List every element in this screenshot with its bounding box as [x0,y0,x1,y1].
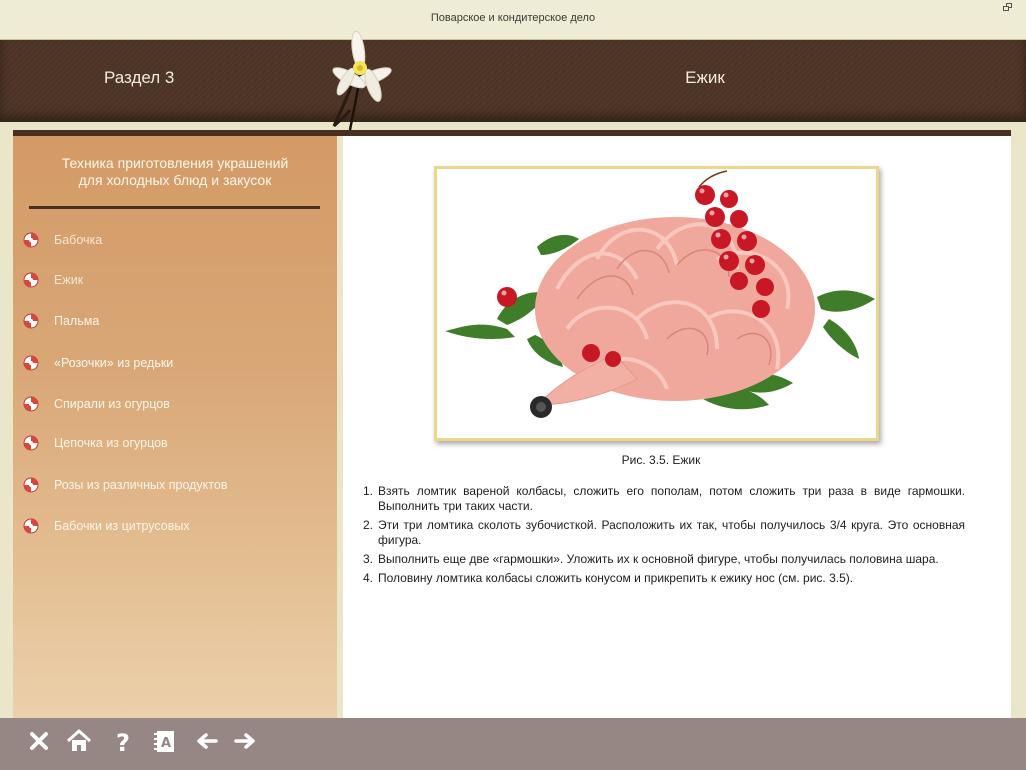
peppermint-bullet-icon [23,355,39,371]
sidebar-item-rozochki[interactable]: «Розочки» из редьки [23,353,173,373]
glossary-button[interactable]: A [150,726,180,756]
help-icon: ? [116,729,130,757]
restore-window-icon[interactable] [1003,3,1012,12]
help-button[interactable]: ? [108,726,138,757]
vanilla-flower-logo [332,30,392,131]
sidebar-heading: Техника приготовления украшений для холо… [61,155,289,188]
sidebar-item-ezhik[interactable]: Ежик [23,270,83,290]
glossary-icon: A [154,731,174,752]
window-title: Поварское и кондитерское дело [430,12,596,24]
content-panel: Рис. 3.5. Ежик 1. Взять ломтик вареной к… [343,136,1011,718]
forward-button[interactable] [230,726,260,756]
arrow-left-icon [197,733,218,749]
sidebar-item-rozy[interactable]: Розы из различных продуктов [23,475,227,495]
close-button[interactable] [24,726,54,756]
instruction-step: 3. Выполнить еще две «гармошки». Уложить… [363,552,939,566]
instruction-step: 4. Половину ломтика колбасы сложить кону… [363,571,854,585]
peppermint-bullet-icon [23,272,39,288]
instruction-step: 2. Эти три ломтика сколоть зубочисткой. … [363,518,965,547]
peppermint-bullet-icon [23,313,39,329]
header-banner: Раздел 3 Ежик [0,40,1026,122]
bottom-toolbar: ? A [0,718,1026,770]
topic-title: Ежик [685,68,725,87]
svg-text:A: A [161,736,171,751]
sidebar-item-babochka[interactable]: Бабочка [23,230,102,250]
instruction-step: 1. Взять ломтик вареной колбасы, сложить… [363,484,965,513]
peppermint-bullet-icon [23,396,39,412]
peppermint-bullet-icon [23,518,39,534]
sidebar-item-tsepochka[interactable]: Цепочка из огурцов [23,433,168,453]
close-icon [30,732,48,750]
arrow-right-icon [234,733,255,749]
svg-text:?: ? [116,729,130,756]
sidebar: Техника приготовления украшений для холо… [13,136,337,718]
section-label: Раздел 3 [104,68,175,87]
home-icon [66,729,92,751]
peppermint-bullet-icon [23,477,39,493]
hedgehog-photo [434,166,879,441]
window-titlebar: Поварское и кондитерское дело [0,0,1026,40]
sidebar-item-babochki-citrus[interactable]: Бабочки из цитрусовых [23,516,190,536]
sidebar-item-spirali[interactable]: Спирали из огурцов [23,394,170,414]
peppermint-bullet-icon [23,232,39,248]
peppermint-bullet-icon [23,435,39,451]
sidebar-item-palma[interactable]: Пальма [23,311,99,331]
instruction-list: 1. Взять ломтик вареной колбасы, сложить… [363,484,965,590]
home-button[interactable] [64,726,94,756]
back-button[interactable] [192,726,222,756]
hedgehog-dish-illustration [437,169,876,438]
sidebar-divider [29,206,320,209]
figure-caption: Рис. 3.5. Ежик [621,453,701,467]
